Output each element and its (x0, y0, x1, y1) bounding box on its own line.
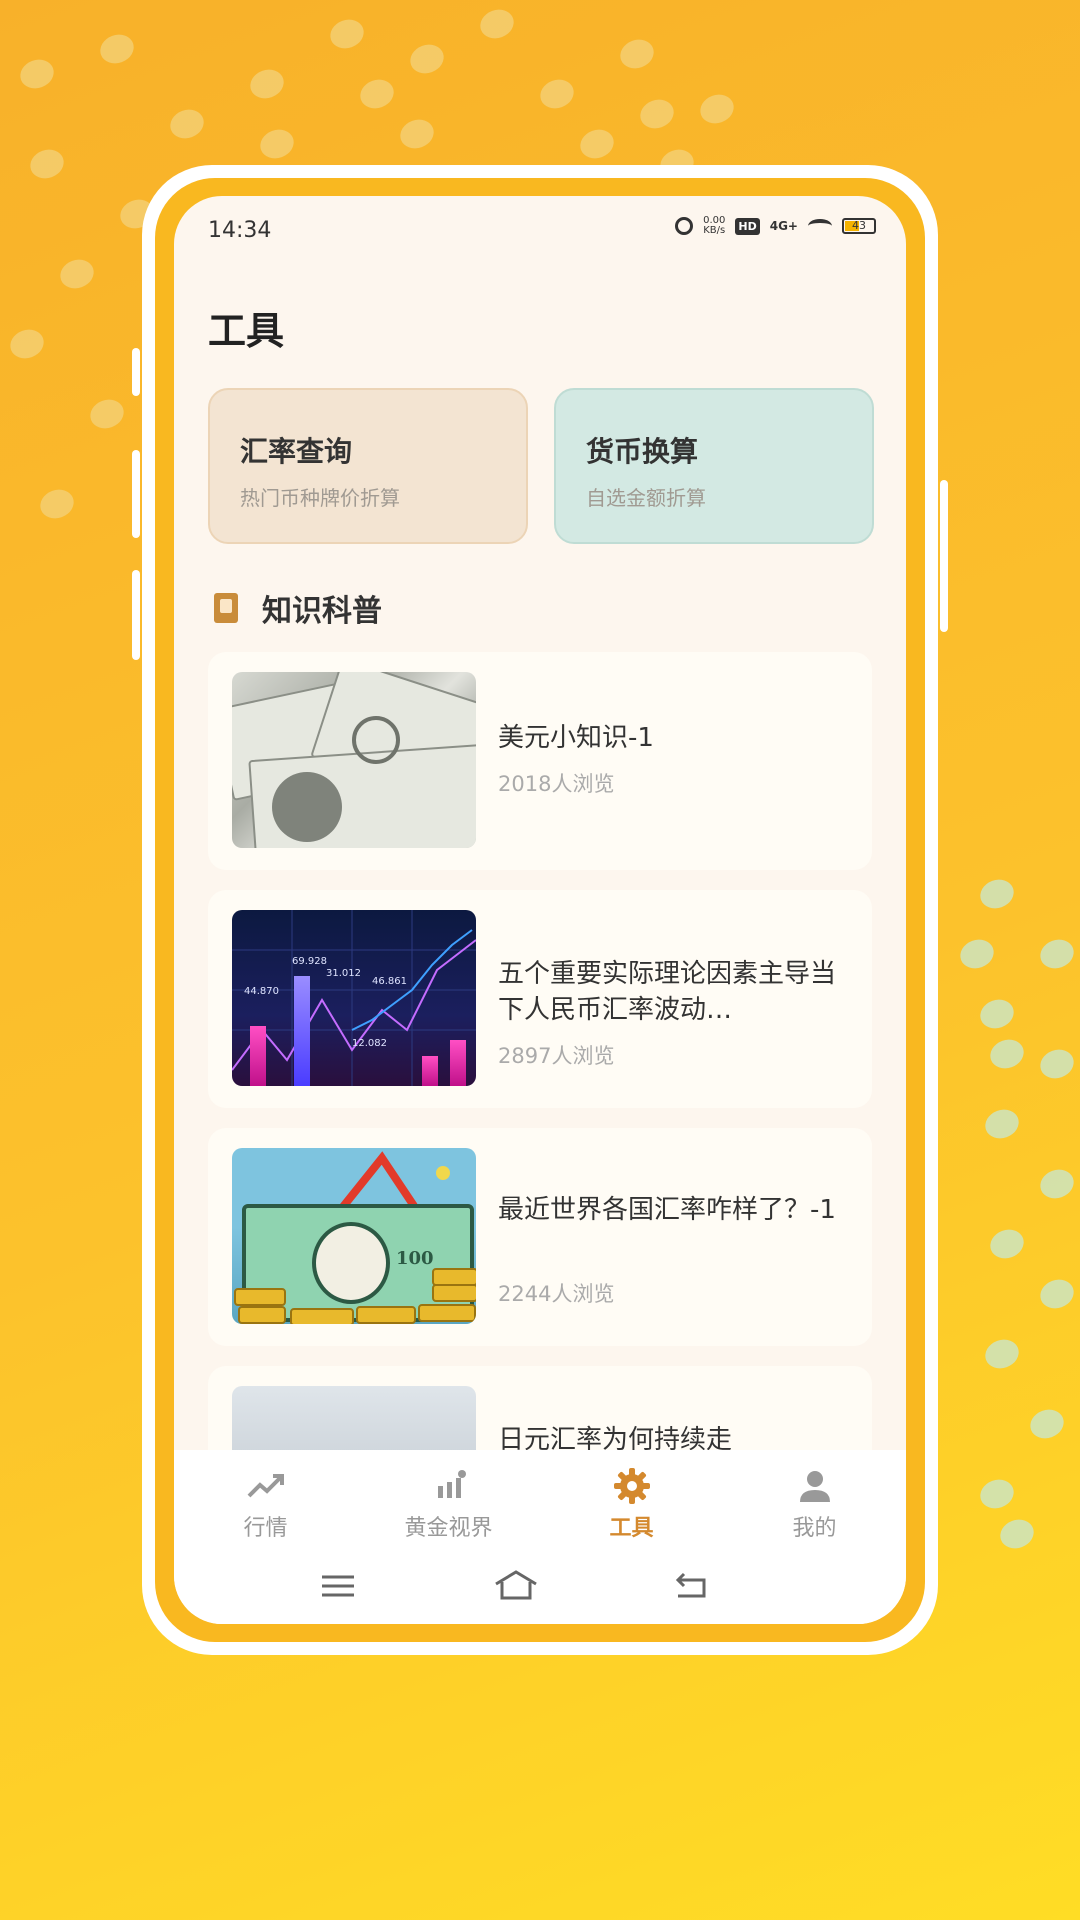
article-views: 2244人浏览 (498, 1282, 615, 1306)
back-icon[interactable] (668, 1566, 712, 1606)
chart-number: 31.012 (326, 968, 361, 979)
alarm-icon (675, 217, 694, 235)
menu-icon[interactable] (316, 1566, 360, 1606)
volume-button (132, 348, 140, 396)
app-screen: 14:34 0.00 KB/s HD 4G+ 43 工具 汇率查询 热门币种牌价… (174, 196, 906, 1624)
tab-label: 黄金视界 (404, 1516, 493, 1541)
exchange-rate-query-card[interactable]: 汇率查询 热门币种牌价折算 (208, 388, 528, 544)
speed-unit: KB/s (703, 225, 726, 236)
article-views: 2897人浏览 (498, 1044, 615, 1068)
volume-button (132, 450, 140, 538)
volume-button (132, 570, 140, 660)
person-icon (795, 1466, 835, 1506)
tab-label: 工具 (609, 1516, 654, 1541)
knowledge-section-header: 知识科普 (208, 588, 382, 629)
battery-icon: 43 (842, 218, 876, 234)
article-thumbnail: 44.870 69.928 31.012 46.861 12.082 (232, 910, 476, 1086)
tab-mine[interactable]: 我的 (723, 1450, 906, 1550)
tool-card-title: 货币换算 (586, 435, 699, 468)
page-title: 工具 (208, 309, 285, 353)
wifi-icon (808, 219, 832, 233)
trend-icon (246, 1466, 286, 1506)
chart-number: 46.861 (372, 976, 407, 987)
tab-tools[interactable]: 工具 (540, 1450, 723, 1550)
currency-converter-card[interactable]: 货币换算 自选金额折算 (554, 388, 874, 544)
status-time: 14:34 (208, 218, 272, 243)
article-views: 2018人浏览 (498, 772, 615, 796)
system-navigation-bar (174, 1550, 906, 1624)
chart-number: 69.928 (292, 956, 327, 967)
chart-number: 44.870 (244, 986, 279, 997)
bottom-tab-bar: 行情 黄金视界 工具 我的 (174, 1450, 906, 1550)
hd-icon: HD (735, 217, 760, 235)
tool-card-subtitle: 热门币种牌价折算 (240, 486, 400, 510)
article-title: 美元小知识-1 (498, 723, 654, 753)
status-bar: 14:34 0.00 KB/s HD 4G+ 43 (174, 196, 906, 266)
article-title: 最近世界各国汇率咋样了？-1 (498, 1195, 836, 1225)
network-speed: 0.00 KB/s (703, 216, 725, 236)
article-thumbnail: 100 (232, 1148, 476, 1324)
status-icons: 0.00 KB/s HD 4G+ 43 (675, 216, 876, 236)
book-icon (214, 593, 238, 623)
article-card[interactable]: 44.870 69.928 31.012 46.861 12.082 五个重要实… (208, 890, 872, 1108)
chart-number: 12.082 (352, 1038, 387, 1049)
home-icon[interactable] (492, 1566, 537, 1606)
signal-icon: 4G+ (769, 219, 798, 233)
article-thumbnail (232, 672, 476, 848)
tab-market[interactable]: 行情 (174, 1450, 357, 1550)
tool-card-subtitle: 自选金额折算 (586, 486, 706, 510)
article-card[interactable]: 美元小知识-1 2018人浏览 (208, 652, 872, 870)
bill-denomination: 100 (396, 1248, 434, 1269)
gear-icon (612, 1466, 652, 1506)
article-title: 五个重要实际理论因素主导当下人民币汇率波动… (498, 959, 837, 1025)
tool-card-title: 汇率查询 (240, 435, 353, 468)
power-button (940, 480, 948, 632)
battery-level: 43 (852, 219, 866, 232)
tab-label: 我的 (792, 1516, 837, 1541)
article-card[interactable]: 100 最近世界各国汇率咋样了？-1 2244人浏览 (208, 1128, 872, 1346)
section-title: 知识科普 (262, 594, 382, 629)
bar-chart-icon (429, 1466, 469, 1506)
tab-label: 行情 (243, 1516, 288, 1541)
tab-gold-vision[interactable]: 黄金视界 (357, 1450, 540, 1550)
